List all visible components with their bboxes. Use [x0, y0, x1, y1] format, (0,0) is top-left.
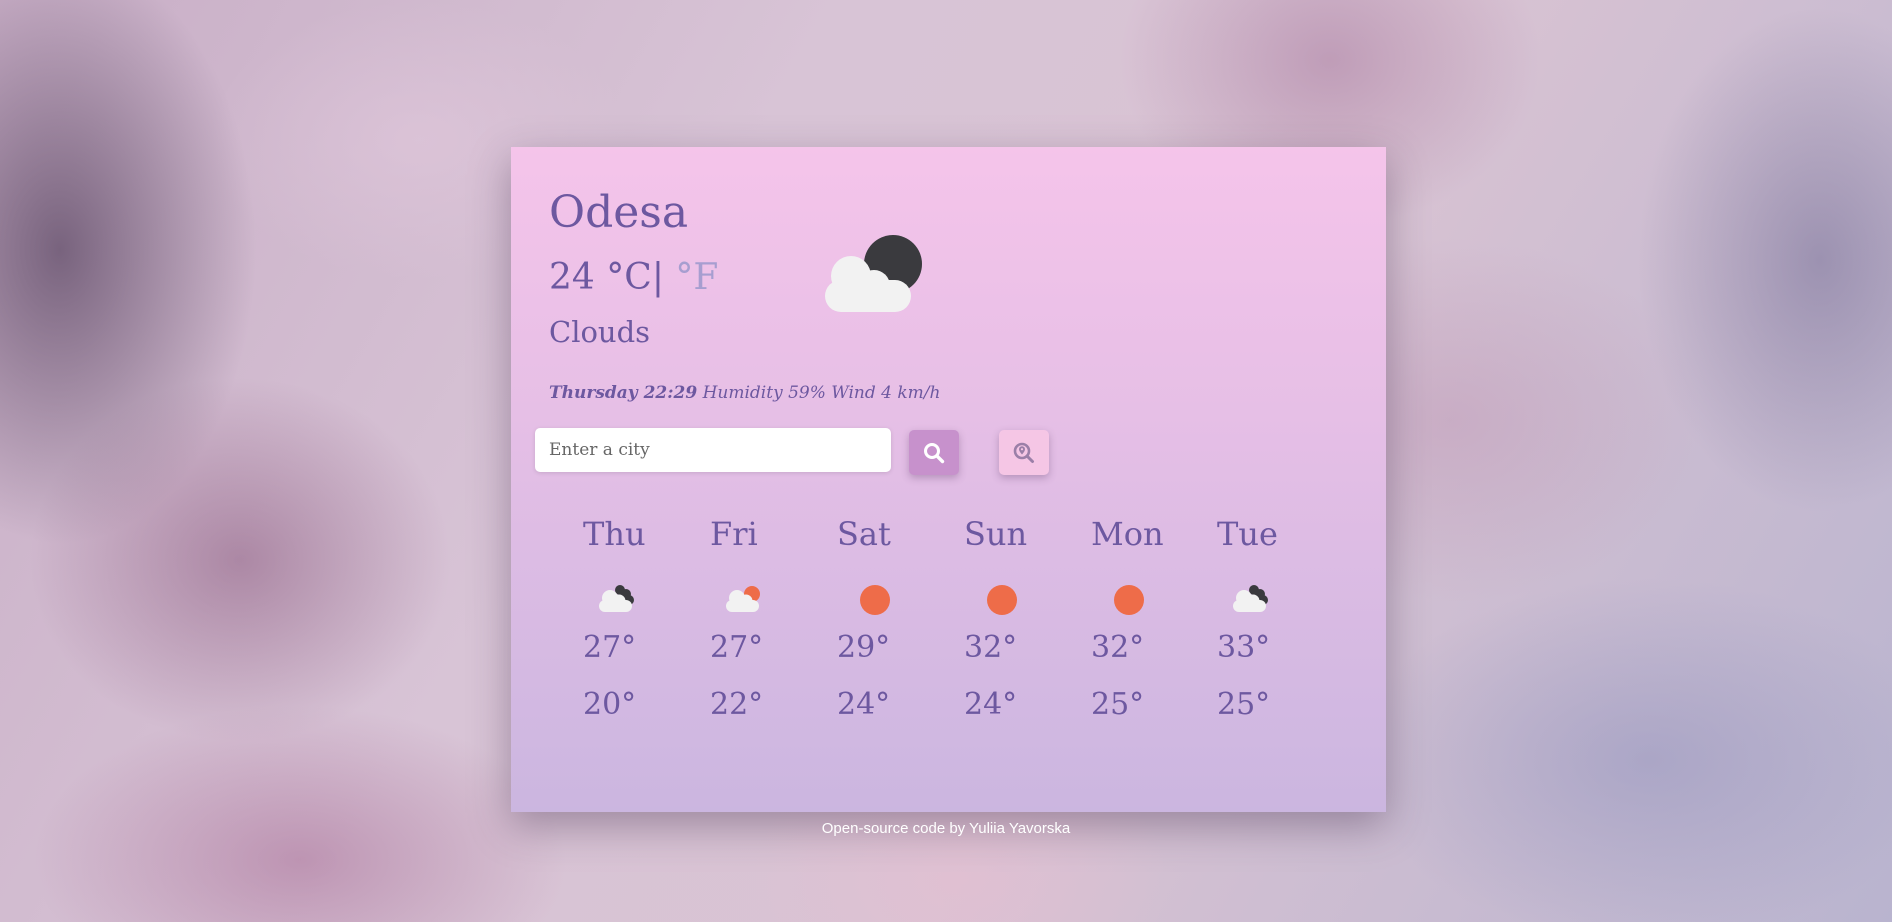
- cloud-with-sun-icon: [726, 586, 760, 612]
- fahrenheit-link[interactable]: °F: [664, 257, 718, 298]
- forecast-max-temp: 29°: [837, 630, 891, 665]
- forecast-day-name: Sun: [964, 515, 1028, 553]
- forecast-max-temp: 32°: [964, 630, 1018, 665]
- forecast-min-temp: 22°: [710, 687, 764, 722]
- forecast-min-temp: 25°: [1091, 687, 1145, 722]
- open-source-link[interactable]: Open-source code by Yuliia Yavorska: [822, 820, 1070, 837]
- temperature-row: 24 °C| °F: [549, 257, 718, 298]
- unit-separator: |: [651, 257, 664, 298]
- forecast-day-name: Mon: [1091, 515, 1164, 553]
- weather-description: Clouds: [549, 315, 651, 349]
- location-search-icon: [1013, 442, 1034, 463]
- cloud-with-moon-icon: [825, 235, 922, 312]
- forecast-min-temp: 24°: [837, 687, 891, 722]
- sun-icon: [1114, 585, 1144, 615]
- cloud-with-moon-icon: [1233, 585, 1268, 612]
- date-time: Thursday 22:29: [549, 383, 698, 403]
- sun-icon: [860, 585, 890, 615]
- city-search-input[interactable]: [535, 428, 891, 472]
- sun-icon: [987, 585, 1017, 615]
- footer: Open-source code by Yuliia Yavorska: [0, 820, 1892, 837]
- forecast-max-temp: 33°: [1217, 630, 1271, 665]
- humidity: Humidity 59%: [702, 383, 826, 403]
- current-temperature: 24: [549, 257, 595, 298]
- forecast-day-name: Tue: [1217, 515, 1278, 553]
- forecast-min-temp: 24°: [964, 687, 1018, 722]
- search-icon: [924, 442, 945, 463]
- weather-details: Thursday 22:29 Humidity 59% Wind 4 km/h: [549, 383, 940, 403]
- search-button[interactable]: [909, 430, 959, 475]
- current-location-button[interactable]: [999, 430, 1049, 475]
- forecast-min-temp: 20°: [583, 687, 637, 722]
- wind: Wind 4 km/h: [831, 383, 941, 403]
- forecast-min-temp: 25°: [1217, 687, 1271, 722]
- forecast-max-temp: 27°: [710, 630, 764, 665]
- cloud-with-moon-icon: [599, 585, 634, 612]
- forecast-day-name: Fri: [710, 515, 758, 553]
- celsius-link[interactable]: °C: [595, 257, 652, 298]
- weather-card: Odesa 24 °C| °F Clouds Thursday 22:29 Hu…: [511, 147, 1386, 812]
- forecast-day-name: Thu: [583, 515, 646, 553]
- city-name: Odesa: [549, 187, 689, 238]
- forecast-day-name: Sat: [837, 515, 891, 553]
- forecast-max-temp: 27°: [583, 630, 637, 665]
- forecast-max-temp: 32°: [1091, 630, 1145, 665]
